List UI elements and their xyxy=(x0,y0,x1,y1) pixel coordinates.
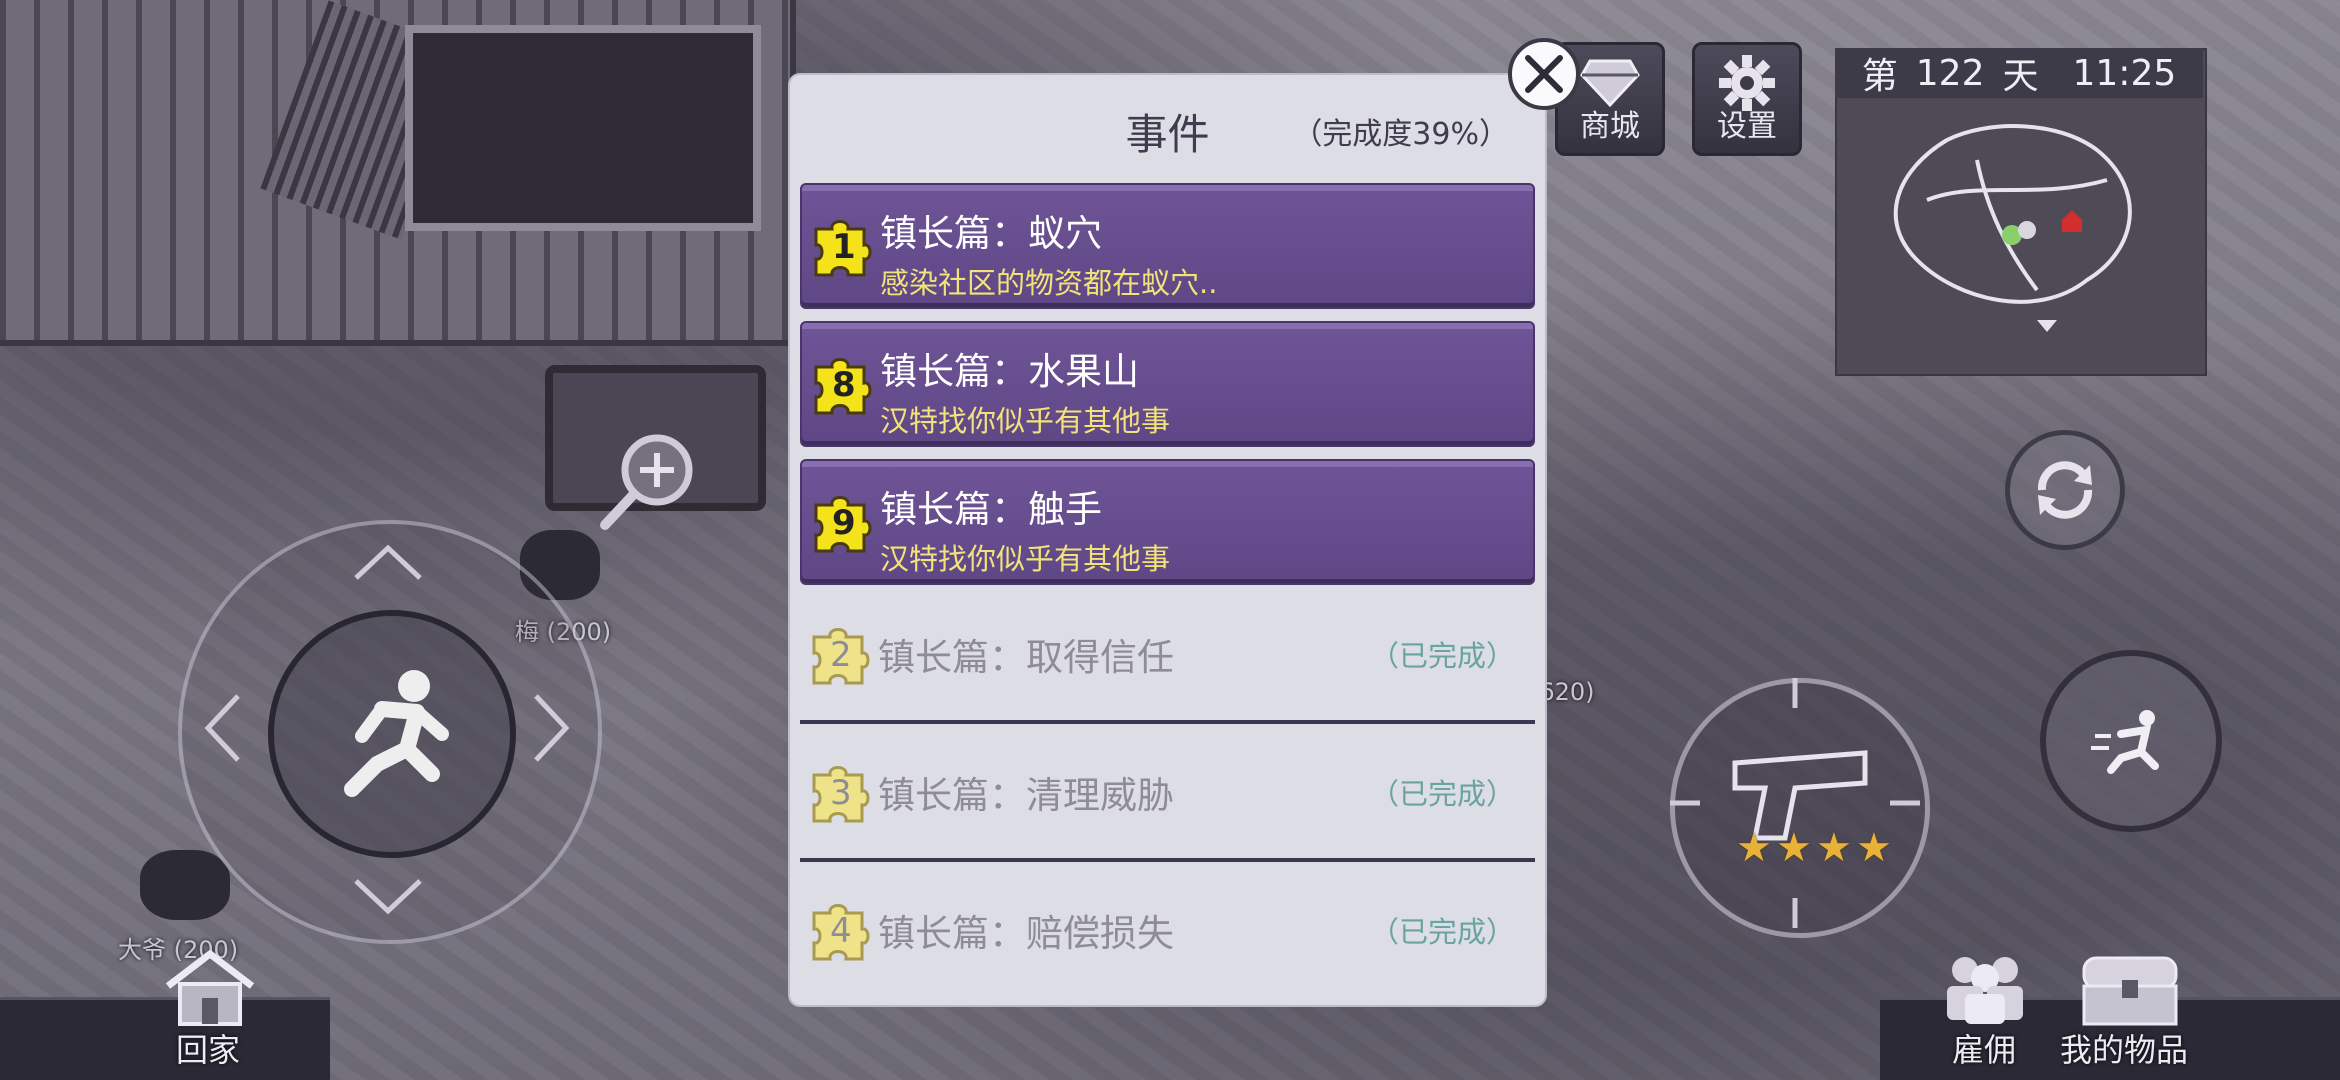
star-icon: ★ xyxy=(1736,825,1772,871)
divider xyxy=(800,858,1535,862)
event-number: 9 xyxy=(832,503,856,543)
npc-character[interactable] xyxy=(140,850,230,920)
event-title: 镇长篇：取得信任 xyxy=(878,636,1174,679)
sprint-icon xyxy=(2091,710,2159,774)
event-status: （已完成） xyxy=(1369,777,1515,811)
completion-progress: （完成度39%） xyxy=(1292,117,1509,152)
event-title: 镇长篇：蚁穴 xyxy=(880,212,1102,255)
chevron-up-icon xyxy=(354,544,422,580)
reload-button[interactable] xyxy=(2005,430,2125,550)
movement-joystick-knob[interactable] xyxy=(268,610,516,858)
day-suffix: 天 xyxy=(2002,56,2039,97)
home-icon[interactable] xyxy=(160,948,260,1028)
chevron-right-icon xyxy=(534,694,570,762)
event-title: 镇长篇：清理威胁 xyxy=(878,774,1174,817)
chevron-down-icon xyxy=(354,879,422,915)
diamond-icon xyxy=(1580,59,1640,108)
day-number: 122 xyxy=(1915,52,1985,94)
event-status: （已完成） xyxy=(1369,915,1515,949)
divider xyxy=(800,720,1535,724)
chevron-left-icon xyxy=(204,694,240,762)
event-row[interactable]: 8 镇长篇：水果山 汉特找你似乎有其他事 xyxy=(800,321,1535,447)
event-subtitle: 汉特找你似乎有其他事 xyxy=(880,404,1171,438)
running-man-icon xyxy=(344,670,449,797)
treasure-chest-icon[interactable] xyxy=(2078,948,2182,1028)
close-dialog-button[interactable] xyxy=(1508,38,1580,110)
events-dialog: 事件 （完成度39%） 1 镇长篇：蚁穴 感染社区的物资都在蚁穴.. 8 镇长篇… xyxy=(790,75,1545,1005)
event-title: 镇长篇：触手 xyxy=(880,488,1102,531)
star-icon: ★ xyxy=(1816,825,1852,871)
hire-button-label[interactable]: 雇佣 xyxy=(1952,1025,2016,1071)
day-time-bar: 第 122 天 11:25 xyxy=(1835,48,2203,98)
settings-label: 设置 xyxy=(1717,109,1777,144)
event-row[interactable]: 9 镇长篇：触手 汉特找你似乎有其他事 xyxy=(800,459,1535,585)
star-icon: ★ xyxy=(1856,825,1892,871)
event-number: 4 xyxy=(830,911,852,951)
home-button-label[interactable]: 回家 xyxy=(176,1025,240,1071)
event-row-completed[interactable]: 4 镇长篇：赔偿损失 （已完成） xyxy=(800,871,1535,997)
shop-label: 商城 xyxy=(1580,109,1640,144)
day-prefix: 第 xyxy=(1861,56,1898,97)
event-number: 8 xyxy=(832,365,856,405)
event-title: 镇长篇：水果山 xyxy=(880,350,1139,393)
bed xyxy=(405,25,761,231)
event-row-completed[interactable]: 3 镇长篇：清理威胁 （已完成） xyxy=(800,733,1535,859)
event-row[interactable]: 1 镇长篇：蚁穴 感染社区的物资都在蚁穴.. xyxy=(800,183,1535,309)
event-number: 1 xyxy=(832,227,856,267)
close-icon xyxy=(1525,55,1563,93)
event-row-completed[interactable]: 2 镇长篇：取得信任 （已完成） xyxy=(800,595,1535,721)
zoom-magnifier-icon[interactable] xyxy=(595,425,705,535)
refresh-icon xyxy=(2037,461,2093,519)
sprint-button[interactable] xyxy=(2040,650,2222,832)
inventory-button-label[interactable]: 我的物品 xyxy=(2060,1025,2188,1071)
fire-button[interactable] xyxy=(1670,678,1930,938)
game-clock: 11:25 xyxy=(2072,52,2177,94)
settings-button[interactable]: 设置 xyxy=(1692,42,1802,156)
event-status: （已完成） xyxy=(1369,639,1515,673)
event-subtitle: 感染社区的物资都在蚁穴.. xyxy=(880,266,1218,300)
star-icon: ★ xyxy=(1776,825,1812,871)
event-title: 镇长篇：赔偿损失 xyxy=(878,912,1174,955)
event-number: 2 xyxy=(830,635,852,675)
hire-icon[interactable] xyxy=(1935,948,2035,1028)
event-number: 3 xyxy=(830,773,852,813)
event-subtitle: 汉特找你似乎有其他事 xyxy=(880,542,1171,576)
